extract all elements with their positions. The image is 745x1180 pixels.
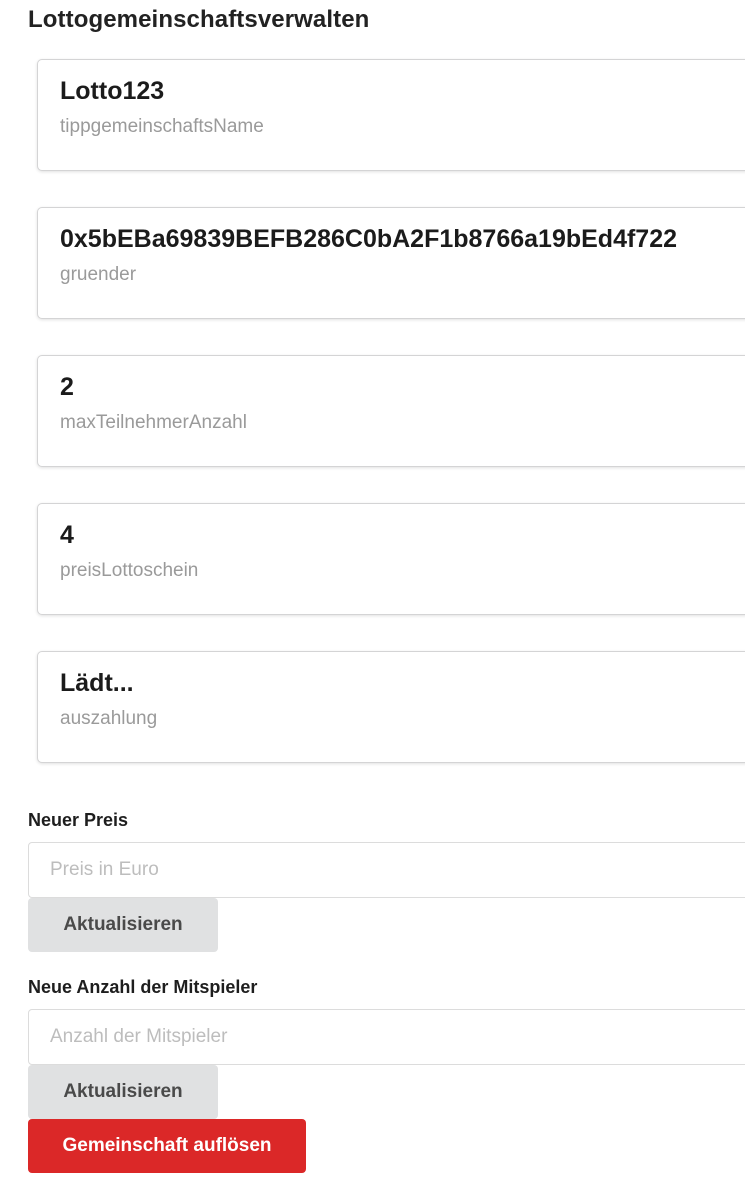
- card-value: 0x5bEBa69839BEFB286C0bA2F1b8766a19bEd4f7…: [60, 225, 678, 253]
- card-value: Lotto123: [60, 77, 165, 105]
- update-price-button[interactable]: Aktualisieren: [28, 898, 218, 952]
- page: Lottogemeinschaftsverwalten Lotto123 tip…: [0, 0, 745, 1180]
- players-field-label: Neue Anzahl der Mitspieler: [28, 977, 258, 997]
- card-value: 2: [60, 373, 74, 401]
- info-card-preis-lottoschein: 4 preisLottoschein: [37, 503, 745, 615]
- dissolve-community-button[interactable]: Gemeinschaft auflösen: [28, 1119, 306, 1173]
- card-label: maxTeilnehmerAnzahl: [60, 412, 247, 433]
- info-card-gruender: 0x5bEBa69839BEFB286C0bA2F1b8766a19bEd4f7…: [37, 207, 745, 319]
- price-field-label: Neuer Preis: [28, 810, 129, 830]
- card-label: tippgemeinschaftsName: [60, 116, 264, 137]
- info-card-max-teilnehmer-anzahl: 2 maxTeilnehmerAnzahl: [37, 355, 745, 467]
- info-card-tippgemeinschaftsname: Lotto123 tippgemeinschaftsName: [37, 59, 745, 171]
- card-label: gruender: [60, 264, 137, 285]
- card-label: auszahlung: [60, 708, 158, 729]
- update-players-button[interactable]: Aktualisieren: [28, 1065, 218, 1119]
- page-title: Lottogemeinschaftsverwalten: [28, 6, 370, 33]
- card-label: preisLottoschein: [60, 560, 199, 581]
- info-card-auszahlung: Lädt... auszahlung: [37, 651, 745, 763]
- card-value: Lädt...: [60, 669, 134, 697]
- players-input[interactable]: [28, 1009, 745, 1065]
- price-input[interactable]: [28, 842, 745, 898]
- card-value: 4: [60, 521, 74, 549]
